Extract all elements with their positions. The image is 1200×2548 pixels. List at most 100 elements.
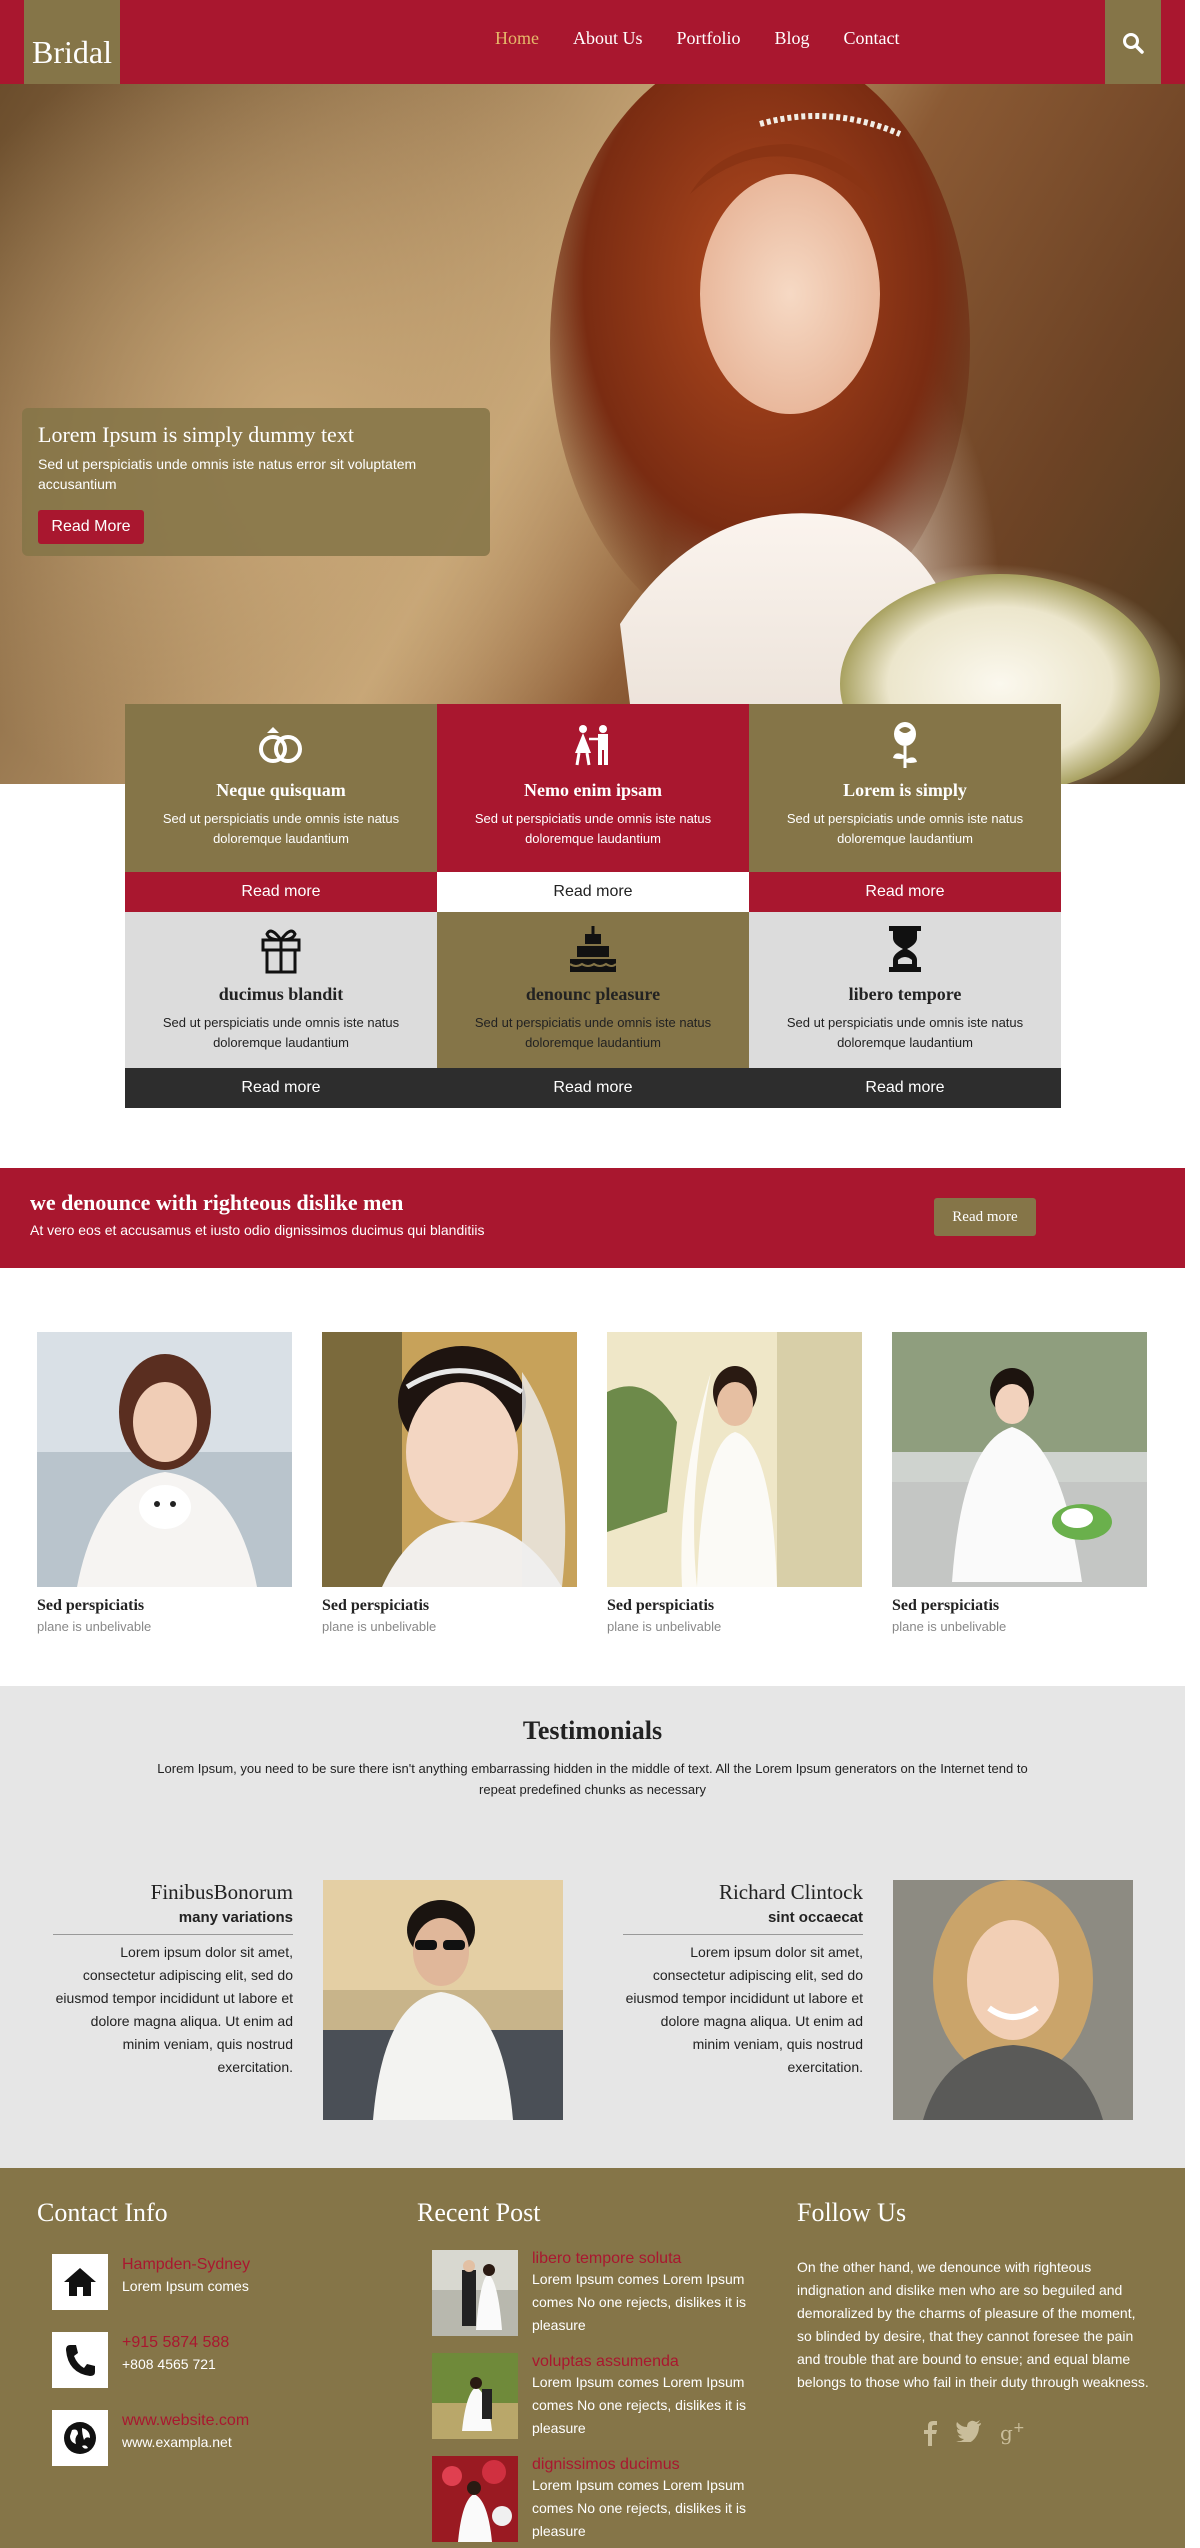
contact-sub-text: www.exampla.net [122,2434,232,2450]
testimonials-section: Testimonials Lorem Ipsum, you need to be… [0,1686,1185,2168]
contact-title-text[interactable]: Hampden-Sydney [122,2256,250,2274]
gallery-subtitle: plane is unbelivable [37,1619,152,1634]
testimonial-role: sint occaecat [623,1909,863,1935]
hero-caption: Lorem Ipsum is simply dummy text Sed ut … [22,408,490,556]
service-card: denounc pleasure Sed ut perspiciatis und… [437,912,749,1108]
callout-banner: we denounce with righteous dislike men A… [0,1168,1185,1268]
hero-title: Lorem Ipsum is simply dummy text [38,422,354,447]
gallery-title: Sed perspiciatis [892,1597,1000,1614]
post-title[interactable]: dignissimos ducimus [532,2456,762,2474]
follow-title: Follow Us [797,2198,907,2227]
gallery: Sed perspiciatis plane is unbelivable Se… [37,1332,1147,1634]
contact-sub-text: Lorem Ipsum comes [122,2278,249,2294]
nav-portfolio[interactable]: Portfolio [677,28,741,49]
service-card: Lorem is simply Sed ut perspiciatis unde… [749,704,1061,912]
service-read-more-link[interactable]: Read more [125,1068,437,1108]
search-icon [1123,33,1144,54]
contact-title-text[interactable]: +915 5874 588 [122,2334,229,2352]
post-thumbnail[interactable] [432,2353,518,2439]
service-text: Sed ut perspiciatis unde omnis iste natu… [474,811,712,846]
recent-post-column: Recent Post libero tempore soluta Lorem … [417,2198,762,2543]
contact-info-column: Contact Info Hampden-Sydney Lorem Ipsum … [37,2198,250,2466]
rings-icon [125,720,437,770]
gallery-item[interactable]: Sed perspiciatis plane is unbelivable [37,1332,292,1634]
testimonial-name: FinibusBonorum [150,1880,293,1904]
service-read-more-link[interactable]: Read more [437,872,749,912]
post-title[interactable]: libero tempore soluta [532,2250,762,2268]
gallery-image[interactable] [892,1332,1147,1587]
follow-column: Follow Us On the other hand, we denounce… [797,2198,1152,2446]
post-text: Lorem Ipsum comes Lorem Ipsum comes No o… [532,2374,746,2436]
service-text: Sed ut perspiciatis unde omnis iste natu… [162,811,400,846]
rose-icon [749,720,1061,770]
nav-contact[interactable]: Contact [844,28,900,49]
service-title: ducimus blandit [218,984,344,1004]
service-title: libero tempore [848,984,962,1004]
service-title: Neque quisquam [216,780,346,800]
gallery-image[interactable] [322,1332,577,1587]
nav-blog[interactable]: Blog [775,28,810,49]
post-text: Lorem Ipsum comes Lorem Ipsum comes No o… [532,2271,746,2333]
testimonials-intro: Lorem Ipsum, you need to be sure there i… [157,1761,1028,1797]
service-read-more-link[interactable]: Read more [749,872,1061,912]
facebook-icon[interactable] [922,2420,938,2446]
service-read-more-link[interactable]: Read more [437,1068,749,1108]
gallery-subtitle: plane is unbelivable [892,1619,1007,1634]
testimonial-name: Richard Clintock [718,1880,863,1904]
service-title: denounc pleasure [525,984,661,1004]
twitter-icon[interactable] [956,2420,982,2442]
recent-post[interactable]: dignissimos ducimus Lorem Ipsum comes Lo… [417,2456,762,2543]
recent-post[interactable]: libero tempore soluta Lorem Ipsum comes … [417,2250,762,2337]
home-icon [52,2254,108,2310]
service-card: Nemo enim ipsam Sed ut perspiciatis unde… [437,704,749,912]
post-thumbnail[interactable] [432,2456,518,2542]
hero-read-more-button[interactable]: Read More [38,510,144,544]
banner-text: At vero eos et accusamus et iusto odio d… [30,1222,485,1238]
testimonials-title: Testimonials [522,1716,663,1745]
recent-post[interactable]: voluptas assumenda Lorem Ipsum comes Lor… [417,2353,762,2440]
post-title[interactable]: voluptas assumenda [532,2353,762,2371]
search-button[interactable] [1105,0,1161,92]
globe-icon [52,2410,108,2466]
main-nav: Home About Us Portfolio Blog Contact [495,28,900,49]
testimonial-card: Richard Clintock sint occaecat Lorem ips… [607,1880,1147,2120]
service-card: Neque quisquam Sed ut perspiciatis unde … [125,704,437,912]
page: Bridal Home About Us Portfolio Blog Cont… [0,0,1200,2548]
service-text: Sed ut perspiciatis unde omnis iste natu… [786,1015,1024,1050]
contact-item: www.website.com www.exampla.net [37,2410,250,2466]
gallery-item[interactable]: Sed perspiciatis plane is unbelivable [322,1332,577,1634]
post-thumbnail[interactable] [432,2250,518,2336]
contact-title-text[interactable]: www.website.com [122,2412,249,2430]
contact-item: +915 5874 588 +808 4565 721 [37,2332,250,2388]
service-title: Lorem is simply [843,780,967,800]
hero-text: Sed ut perspiciatis unde omnis iste natu… [38,456,417,492]
service-read-more-link[interactable]: Read more [749,1068,1061,1108]
service-card: ducimus blandit Sed ut perspiciatis unde… [125,912,437,1108]
gallery-item[interactable]: Sed perspiciatis plane is unbelivable [607,1332,862,1634]
nav-about[interactable]: About Us [573,28,643,49]
nav-home[interactable]: Home [495,28,539,49]
post-text: Lorem Ipsum comes Lorem Ipsum comes No o… [532,2477,746,2539]
cake-icon [437,924,749,974]
logo-text[interactable]: Bridal [24,34,120,71]
testimonial-text: Lorem ipsum dolor sit amet, consectetur … [625,1944,863,2075]
service-text: Sed ut perspiciatis unde omnis iste natu… [162,1015,400,1050]
service-title: Nemo enim ipsam [524,780,662,800]
hero-banner: Lorem Ipsum is simply dummy text Sed ut … [0,84,1185,784]
gallery-subtitle: plane is unbelivable [322,1619,437,1634]
hourglass-icon [749,924,1061,974]
services-grid: Neque quisquam Sed ut perspiciatis unde … [125,704,1061,1108]
google-plus-icon[interactable]: g + [1000,2420,1028,2446]
service-text: Sed ut perspiciatis unde omnis iste natu… [474,1015,712,1050]
gallery-image[interactable] [37,1332,292,1587]
phone-icon [52,2332,108,2388]
recent-title: Recent Post [417,2198,541,2227]
banner-read-more-button[interactable]: Read more [934,1198,1036,1236]
svg-text:+: + [1013,2420,1025,2436]
service-read-more-link[interactable]: Read more [125,872,437,912]
gallery-image[interactable] [607,1332,862,1587]
gallery-title: Sed perspiciatis [607,1597,715,1614]
testimonial-text: Lorem ipsum dolor sit amet, consectetur … [55,1944,293,2075]
gallery-item[interactable]: Sed perspiciatis plane is unbelivable [892,1332,1147,1634]
svg-text:g: g [1000,2421,1013,2445]
